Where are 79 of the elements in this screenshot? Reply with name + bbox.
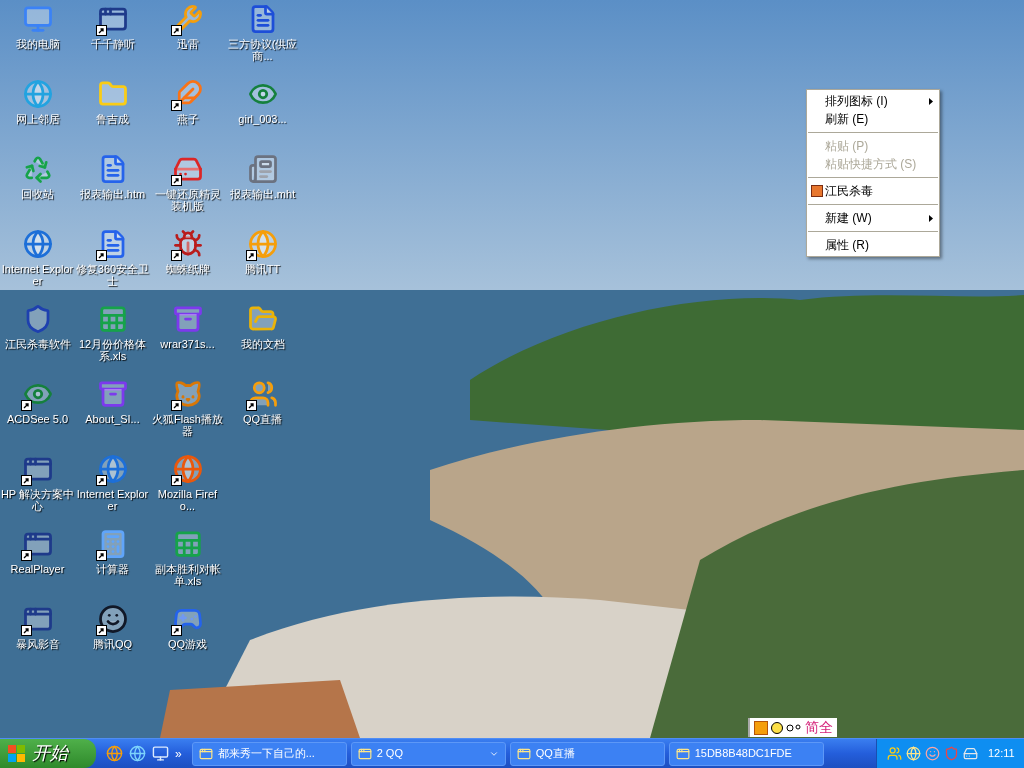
window-icon <box>357 746 372 761</box>
icon-label[interactable]: 鲁吉成 <box>75 113 150 125</box>
shortcut-arrow-icon <box>20 625 32 636</box>
icon-label[interactable]: 暴风影音 <box>0 638 75 650</box>
icon-label[interactable]: wrar371s... <box>150 338 225 350</box>
smiley-icon[interactable] <box>97 604 128 634</box>
shortcut-arrow-icon <box>170 100 182 111</box>
icon-label[interactable]: 我的电脑 <box>0 38 75 50</box>
taskbar-button[interactable]: 都来秀一下自己的... <box>191 741 347 766</box>
window-icon <box>675 746 690 761</box>
half-width-icon <box>771 721 783 734</box>
taskbar-button[interactable]: QQ直播 <box>509 741 665 766</box>
icon-label[interactable]: 副本胜利对帐单.xls <box>150 563 225 587</box>
ime-logo-icon <box>754 720 768 735</box>
clock: 12:11 <box>988 746 1015 762</box>
icon-label[interactable]: 燕子 <box>150 113 225 125</box>
icon-label[interactable]: 三方协议(供应商... <box>225 38 300 62</box>
menu-item[interactable]: 刷新 (E) <box>807 110 939 128</box>
icon-label[interactable]: Internet Explorer <box>75 488 150 512</box>
shortcut-arrow-icon <box>20 400 32 411</box>
icon-label[interactable]: RealPlayer <box>0 563 75 575</box>
ime-mode-label[interactable]: 简全 <box>805 717 833 738</box>
shortcut-arrow-icon <box>95 25 107 36</box>
archive-icon[interactable] <box>97 379 128 409</box>
recycle-icon[interactable] <box>22 154 53 184</box>
cat-icon[interactable] <box>172 379 203 409</box>
bug-icon[interactable] <box>172 229 203 259</box>
antivirus-icon <box>811 185 823 197</box>
menu-item[interactable]: 新建 (W) <box>807 209 939 227</box>
start-button[interactable]: 开始 <box>0 739 96 768</box>
menu-item[interactable]: 江民杀毒 <box>807 182 939 200</box>
shortcut-arrow-icon <box>170 475 182 486</box>
icon-label[interactable]: About_SI... <box>75 413 150 425</box>
spreadsheet-icon[interactable] <box>172 529 203 559</box>
windows-logo-icon <box>8 744 26 763</box>
submenu-arrow-icon <box>929 214 933 222</box>
taskbar-button[interactable]: 2 QQ <box>350 741 506 766</box>
shortcut-arrow-icon <box>95 475 107 486</box>
shortcut-arrow-icon <box>170 175 182 186</box>
shortcut-arrow-icon <box>170 400 182 411</box>
shortcut-arrow-icon <box>170 625 182 636</box>
shortcut-arrow-icon <box>95 550 107 561</box>
icon-label[interactable]: girl_003... <box>225 113 300 125</box>
icon-label[interactable]: ACDSee 5.0 <box>0 413 75 425</box>
icon-label[interactable]: 12月份价格体系.xls <box>75 338 150 362</box>
shortcut-arrow-icon <box>170 250 182 261</box>
icon-label[interactable]: 千千静听 <box>75 38 150 50</box>
icon-label[interactable]: QQ游戏 <box>150 638 225 650</box>
icon-label[interactable]: 迅雷 <box>150 38 225 50</box>
drive-icon[interactable] <box>963 746 978 761</box>
shortcut-arrow-icon <box>95 625 107 636</box>
icon-label[interactable]: 腾讯QQ <box>75 638 150 650</box>
icon-label[interactable]: Mozilla Firefo... <box>150 488 225 512</box>
icon-label[interactable]: HP 解决方案中心 <box>0 488 75 512</box>
newspaper-icon[interactable] <box>247 154 278 184</box>
shortcut-arrow-icon <box>20 475 32 486</box>
submenu-arrow-icon <box>929 97 933 105</box>
icon-label[interactable]: QQ直播 <box>225 413 300 425</box>
shortcut-arrow-icon <box>245 250 257 261</box>
archive-icon[interactable] <box>172 304 203 334</box>
taskbar-button[interactable]: 15DB8B48DC1FDE <box>668 741 824 766</box>
shortcut-arrow-icon <box>20 550 32 561</box>
menu-item[interactable]: 排列图标 (I) <box>807 92 939 110</box>
icon-label[interactable]: 江民杀毒软件 <box>0 338 75 350</box>
icon-label[interactable]: 计算器 <box>75 563 150 575</box>
spreadsheet-icon[interactable] <box>97 304 128 334</box>
desktop-icon[interactable] <box>152 745 169 762</box>
shortcut-arrow-icon <box>245 400 257 411</box>
icon-label[interactable]: 网上邻居 <box>0 113 75 125</box>
shortcut-arrow-icon <box>95 250 107 261</box>
icon-label[interactable]: 我的文档 <box>225 338 300 350</box>
window-icon <box>198 746 213 761</box>
users-icon[interactable] <box>247 379 278 409</box>
more-chevron[interactable]: » <box>175 744 182 763</box>
punctuation-icon <box>786 722 802 733</box>
window-icon <box>516 746 531 761</box>
shortcut-arrow-icon <box>170 25 182 36</box>
menu-item[interactable]: 属性 (R) <box>807 236 939 254</box>
icon-label[interactable]: 火狐Flash播放器 <box>150 413 225 437</box>
